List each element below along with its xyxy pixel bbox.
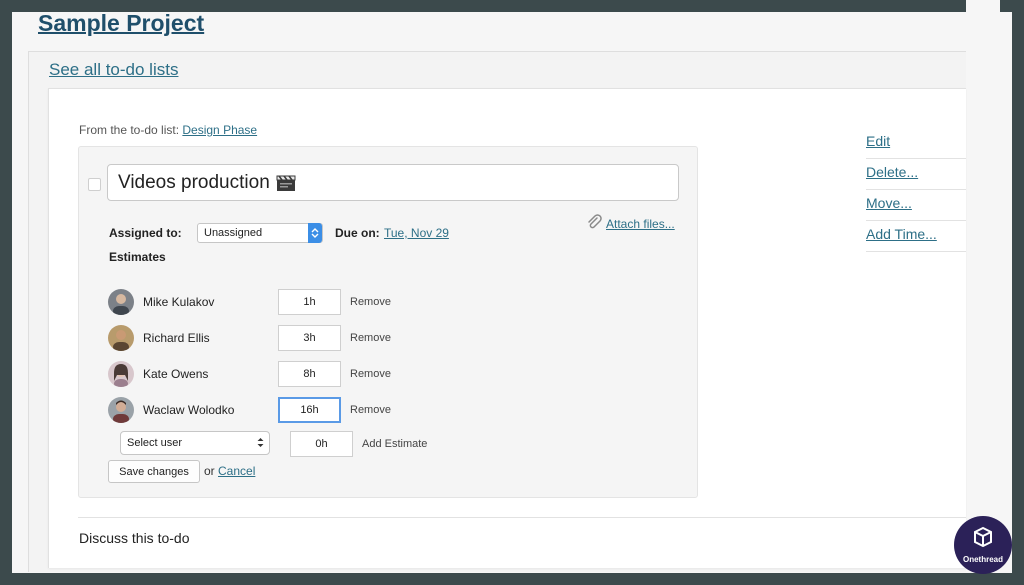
remove-estimate-button[interactable]: Remove	[350, 368, 391, 380]
list-name-link[interactable]: Design Phase	[182, 123, 257, 137]
remove-estimate-button[interactable]: Remove	[350, 296, 391, 308]
or-cancel: or Cancel	[204, 464, 255, 478]
save-changes-button[interactable]: Save changes	[108, 460, 200, 483]
avatar	[108, 289, 134, 315]
side-menu: Edit Delete... Move... Add Time...	[866, 128, 966, 252]
avatar	[108, 325, 134, 351]
assigned-label: Assigned to:	[109, 226, 182, 240]
attach-files-link[interactable]: Attach files...	[606, 217, 675, 231]
todo-title-input[interactable]: Videos production	[107, 164, 679, 201]
move-link[interactable]: Move...	[866, 190, 966, 221]
estimate-hours-input[interactable]: 8h	[278, 361, 341, 387]
estimate-user-name: Kate Owens	[143, 367, 209, 381]
todo-title-text: Videos production	[118, 171, 270, 193]
updown-arrows-icon	[257, 437, 264, 451]
estimate-hours-input[interactable]: 1h	[278, 289, 341, 315]
cancel-link[interactable]: Cancel	[218, 464, 255, 478]
remove-estimate-button[interactable]: Remove	[350, 404, 391, 416]
right-edge-strip	[966, 0, 1000, 561]
assignee-value: Unassigned	[204, 227, 263, 239]
estimate-hours-input-focused[interactable]: 16h	[278, 397, 341, 423]
due-label: Due on:	[335, 226, 380, 240]
project-title[interactable]: Sample Project	[38, 10, 204, 37]
from-list-line: From the to-do list: Design Phase	[79, 123, 257, 137]
estimate-row: Richard Ellis 3h Remove	[108, 325, 668, 353]
from-list-prefix: From the to-do list:	[79, 123, 180, 137]
add-time-link[interactable]: Add Time...	[866, 221, 966, 252]
delete-link[interactable]: Delete...	[866, 159, 966, 190]
attach-files[interactable]: Attach files...	[586, 214, 675, 233]
clapperboard-icon	[276, 174, 296, 192]
add-estimate-button[interactable]: Add Estimate	[362, 438, 427, 450]
or-text: or	[204, 464, 215, 478]
avatar	[108, 361, 134, 387]
onethread-logo: Onethread	[954, 516, 1012, 574]
estimate-row: Kate Owens 8h Remove	[108, 361, 668, 389]
select-user-placeholder: Select user	[127, 437, 183, 449]
new-estimate-hours-input[interactable]: 0h	[290, 431, 353, 457]
estimate-row: Waclaw Wolodko 16h Remove	[108, 397, 668, 425]
estimate-user-name: Richard Ellis	[143, 331, 210, 345]
discuss-heading: Discuss this to-do	[79, 530, 190, 546]
discuss-divider	[78, 517, 966, 518]
logo-wordmark: Onethread	[962, 555, 1003, 564]
assignee-select[interactable]: Unassigned	[197, 223, 323, 243]
paperclip-icon	[586, 214, 602, 233]
estimate-hours-input[interactable]: 3h	[278, 325, 341, 351]
avatar	[108, 397, 134, 423]
remove-estimate-button[interactable]: Remove	[350, 332, 391, 344]
select-user-dropdown[interactable]: Select user	[120, 431, 270, 455]
logo-mark-icon	[971, 526, 995, 553]
estimates-title: Estimates	[109, 250, 166, 264]
complete-checkbox[interactable]	[88, 178, 101, 191]
estimate-user-name: Mike Kulakov	[143, 295, 215, 309]
estimate-row: Mike Kulakov 1h Remove	[108, 289, 668, 317]
edit-link[interactable]: Edit	[866, 128, 966, 159]
due-date-link[interactable]: Tue, Nov 29	[384, 226, 449, 240]
select-arrows-icon	[308, 223, 322, 243]
see-all-lists-link[interactable]: See all to-do lists	[49, 60, 178, 80]
estimate-user-name: Waclaw Wolodko	[143, 403, 235, 417]
